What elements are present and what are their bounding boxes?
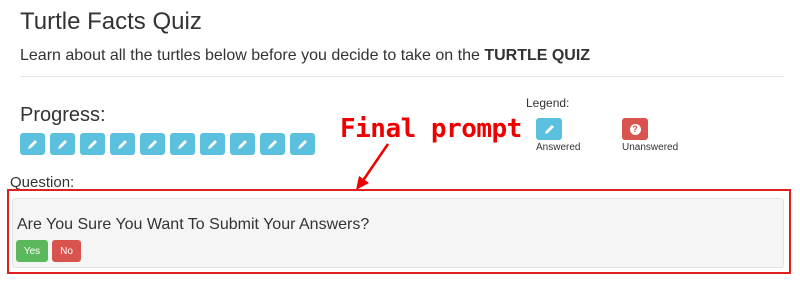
page-subtitle: Learn about all the turtles below before…	[20, 47, 590, 65]
pencil-icon	[118, 139, 127, 149]
pencil-icon	[238, 139, 247, 149]
progress-item-3[interactable]	[80, 133, 105, 155]
pencil-icon	[208, 139, 217, 149]
progress-item-4[interactable]	[110, 133, 135, 155]
no-button[interactable]: No	[52, 240, 81, 262]
progress-item-10[interactable]	[290, 133, 315, 155]
progress-tracker	[20, 133, 315, 155]
legend-unanswered-swatch: ?	[622, 118, 648, 140]
yes-button[interactable]: Yes	[16, 240, 48, 262]
progress-item-1[interactable]	[20, 133, 45, 155]
subtitle-emphasis: TURTLE QUIZ	[484, 47, 591, 64]
legend-answered-swatch	[536, 118, 562, 140]
pencil-icon	[178, 139, 187, 149]
pencil-icon	[268, 139, 277, 149]
question-text: Are You Sure You Want To Submit Your Ans…	[17, 216, 370, 233]
question-icon: ?	[629, 123, 641, 135]
progress-item-7[interactable]	[200, 133, 225, 155]
legend-answered-label: Answered	[536, 142, 581, 153]
progress-item-6[interactable]	[170, 133, 195, 155]
progress-item-9[interactable]	[260, 133, 285, 155]
pencil-icon	[58, 139, 67, 149]
annotation-arrow-icon	[356, 143, 390, 190]
pencil-icon	[28, 139, 37, 149]
progress-label: Progress:	[20, 104, 106, 126]
pencil-icon	[148, 139, 157, 149]
legend-unanswered-label: Unanswered	[622, 142, 679, 153]
pencil-icon	[298, 139, 307, 149]
progress-item-2[interactable]	[50, 133, 75, 155]
header-divider	[20, 76, 784, 77]
subtitle-text: Learn about all the turtles below before…	[20, 47, 485, 64]
progress-item-5[interactable]	[140, 133, 165, 155]
progress-item-8[interactable]	[230, 133, 255, 155]
pencil-icon	[88, 139, 97, 149]
legend-label: Legend:	[526, 96, 570, 110]
pencil-icon	[544, 124, 554, 134]
page-title: Turtle Facts Quiz	[20, 8, 202, 35]
